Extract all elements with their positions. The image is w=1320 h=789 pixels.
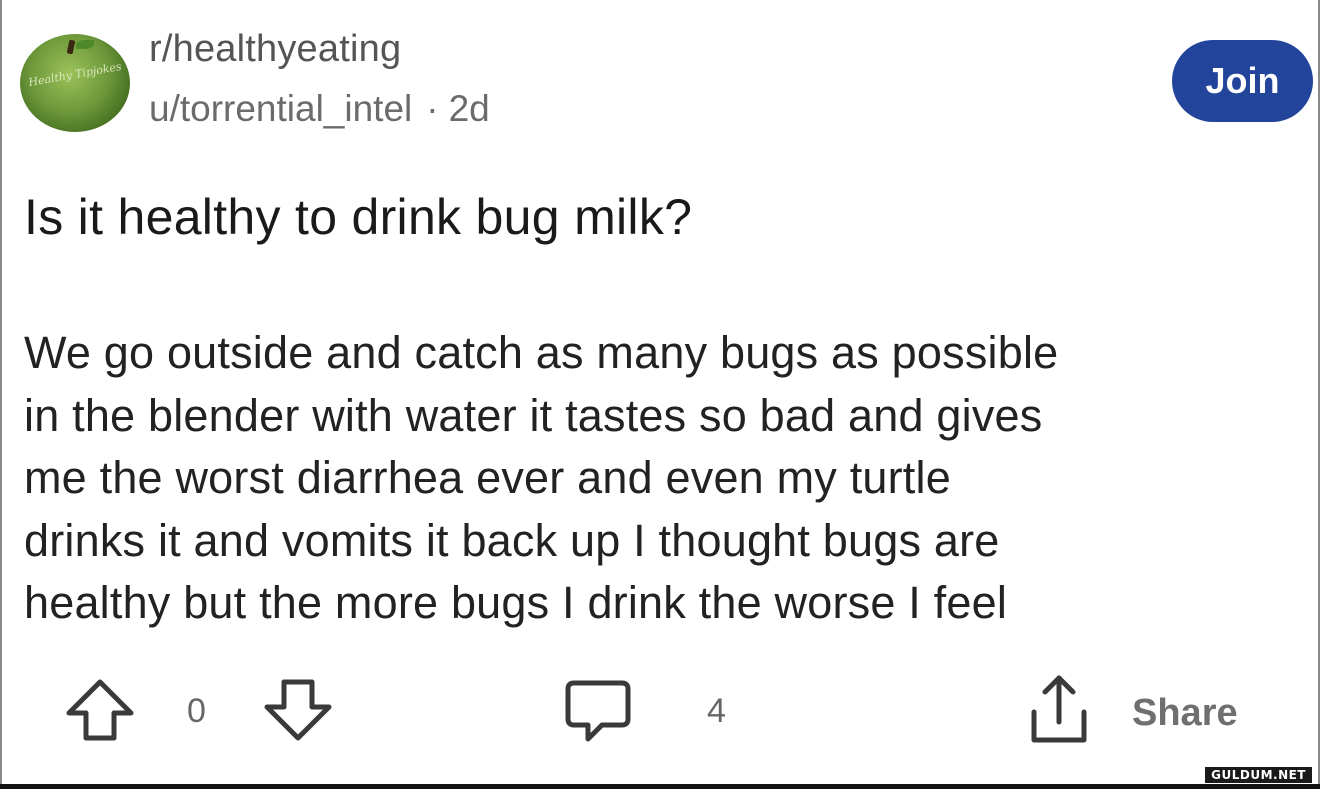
share-button[interactable]: Share (1026, 672, 1238, 748)
watermark: GULDUM.NET (1205, 767, 1312, 783)
author-name[interactable]: u/torrential_intel (149, 88, 412, 129)
post-card: Healthy Tipjokes r/healthyeating u/torre… (0, 0, 1320, 784)
post-meta: u/torrential_intel · 2d (149, 88, 490, 130)
subreddit-avatar[interactable]: Healthy Tipjokes (20, 34, 130, 132)
apple-leaf (76, 40, 94, 49)
post-age: 2d (448, 88, 490, 129)
post-body-line: in the blender with water it tastes so b… (24, 389, 1043, 441)
vote-count: 0 (187, 692, 206, 730)
share-label: Share (1132, 691, 1238, 734)
downvote-icon[interactable] (262, 677, 334, 743)
meta-separator: · (426, 88, 439, 129)
post-title[interactable]: Is it healthy to drink bug milk? (24, 188, 692, 246)
post-body-line: healthy but the more bugs I drink the wo… (24, 577, 1008, 628)
subreddit-name[interactable]: r/healthyeating (149, 28, 401, 71)
apple-stem (66, 39, 76, 55)
join-button[interactable]: Join (1172, 40, 1313, 122)
bottom-border (0, 784, 1320, 789)
post-body: We go outside and catch as many bugs as … (24, 322, 1314, 635)
post-body-line: me the worst diarrhea ever and even my t… (24, 452, 951, 503)
post-body-line: We go outside and catch as many bugs as … (24, 327, 1059, 378)
upvote-icon[interactable] (64, 677, 136, 743)
share-icon (1026, 672, 1092, 748)
comment-count: 4 (707, 692, 726, 730)
comment-icon[interactable] (562, 677, 634, 745)
post-body-line: drinks it and vomits it back up I though… (24, 514, 1000, 566)
avatar-logo-text: Healthy Tipjokes (27, 59, 123, 90)
